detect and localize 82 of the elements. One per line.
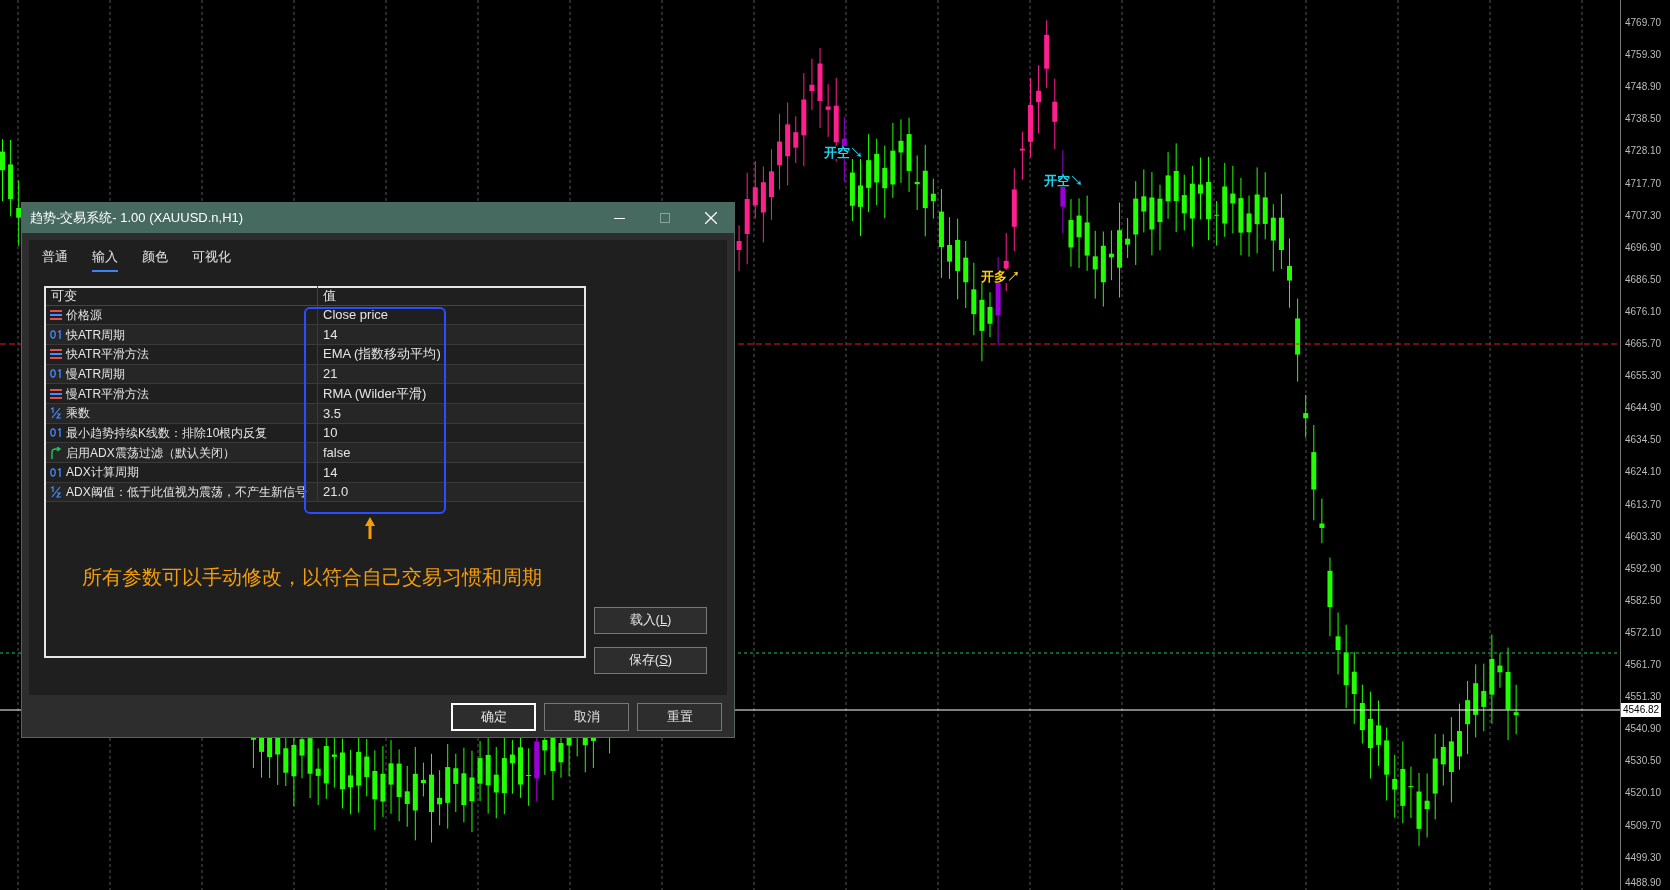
dialog-button[interactable]: 取消 [544, 703, 629, 731]
price-label: 4655.30 [1625, 371, 1662, 382]
integer-icon [50, 467, 62, 477]
parameter-value: 14 [322, 325, 338, 344]
parameter-value: EMA (指数移动平均) [322, 345, 441, 364]
parameter-value: 21.0 [322, 483, 349, 502]
price-label: 4613.70 [1625, 499, 1662, 510]
toggle-arrow-icon [50, 446, 62, 459]
price-label: 4592.90 [1625, 563, 1662, 574]
parameter-value: RMA (Wilder平滑) [322, 384, 427, 403]
column-header: 值 [322, 287, 336, 306]
price-label: 4551.30 [1625, 692, 1662, 703]
parameter-value: false [322, 443, 351, 462]
parameter-name: 快ATR平滑方法 [66, 346, 150, 364]
price-label: 4509.70 [1625, 820, 1662, 831]
parameter-row[interactable]: 快ATR周期 14 [46, 325, 584, 345]
parameter-name: 启用ADX震荡过滤（默认关闭） [66, 444, 235, 462]
parameter-name: 慢ATR平滑方法 [66, 385, 150, 403]
parameter-name: 最小趋势持续K线数：排除10根内反复 [66, 424, 268, 442]
price-label: 4696.90 [1625, 242, 1662, 253]
list-icon [50, 388, 62, 399]
signal-label: 开空↘ [823, 146, 864, 159]
dialog-button[interactable]: 确定 [451, 703, 536, 731]
price-label: 4748.90 [1625, 82, 1662, 93]
parameter-value: Close price [322, 306, 389, 325]
price-label: 4572.10 [1625, 627, 1662, 638]
price-label: 4520.10 [1625, 788, 1662, 799]
fraction-icon [50, 407, 62, 420]
tab[interactable]: 颜色 [142, 247, 168, 272]
tab[interactable]: 普通 [42, 247, 68, 272]
list-icon [50, 349, 62, 360]
parameter-value: 21 [322, 365, 338, 384]
save-button[interactable]: 保存(S) [594, 646, 707, 674]
tab[interactable]: 可视化 [192, 247, 231, 272]
parameter-name: 快ATR周期 [66, 326, 126, 344]
current-price-label: 4546.82 [1621, 703, 1662, 717]
parameter-row[interactable]: 启用ADX震荡过滤（默认关闭） false [46, 443, 584, 463]
load-button[interactable]: 载入(L) [594, 606, 707, 634]
price-label: 4488.90 [1625, 878, 1662, 888]
price-label: 4582.50 [1625, 595, 1662, 606]
price-label: 4644.90 [1625, 403, 1662, 414]
parameter-row[interactable]: 慢ATR平滑方法 RMA (Wilder平滑) [46, 384, 584, 404]
price-label: 4624.10 [1625, 467, 1662, 478]
price-label: 4530.50 [1625, 756, 1662, 767]
tab[interactable]: 输入 [92, 247, 118, 272]
price-label: 4561.70 [1625, 660, 1662, 670]
up-arrow-icon [365, 516, 375, 539]
price-label: 4676.10 [1625, 306, 1662, 317]
signal-label: 开多↗ [980, 270, 1021, 283]
parameter-value: 10 [322, 424, 338, 443]
price-label: 4728.10 [1625, 146, 1662, 157]
parameter-row[interactable]: ADX计算周期 14 [46, 463, 584, 483]
price-label: 4707.30 [1625, 210, 1662, 221]
parameter-name: 乘数 [66, 405, 90, 423]
price-label: 4540.90 [1625, 724, 1662, 735]
parameter-name: ADX计算周期 [66, 464, 139, 482]
window-title: 趋势-交易系统- 1.00 (XAUUSD.n,H1) [30, 209, 245, 228]
fraction-icon [50, 486, 62, 499]
close-icon [705, 212, 717, 224]
price-label: 4665.70 [1625, 339, 1662, 349]
price-label: 4603.30 [1625, 531, 1662, 542]
price-label: 4634.50 [1625, 435, 1662, 446]
column-header: 可变 [46, 286, 318, 306]
price-label: 4717.70 [1625, 178, 1662, 189]
list-icon [50, 309, 62, 320]
parameter-value: 14 [322, 463, 338, 482]
price-label: 4686.50 [1625, 274, 1662, 285]
annotation-text: 所有参数可以手动修改，以符合自己交易习惯和周期 [82, 564, 542, 590]
price-label: 4759.30 [1625, 50, 1662, 61]
parameter-name: 慢ATR周期 [66, 365, 126, 383]
minimize-icon [613, 217, 625, 219]
price-label: 4738.50 [1625, 114, 1662, 125]
integer-icon [50, 330, 62, 340]
signal-label: 开空↘ [1043, 174, 1084, 187]
maximize-icon [660, 213, 670, 223]
parameter-name: 价格源 [66, 306, 102, 324]
integer-icon [50, 369, 62, 379]
price-label: 4769.70 [1625, 18, 1662, 28]
dialog-button[interactable]: 重置 [637, 703, 722, 731]
integer-icon [50, 428, 62, 438]
parameter-value: 3.5 [322, 404, 342, 423]
price-label: 4499.30 [1625, 852, 1662, 863]
